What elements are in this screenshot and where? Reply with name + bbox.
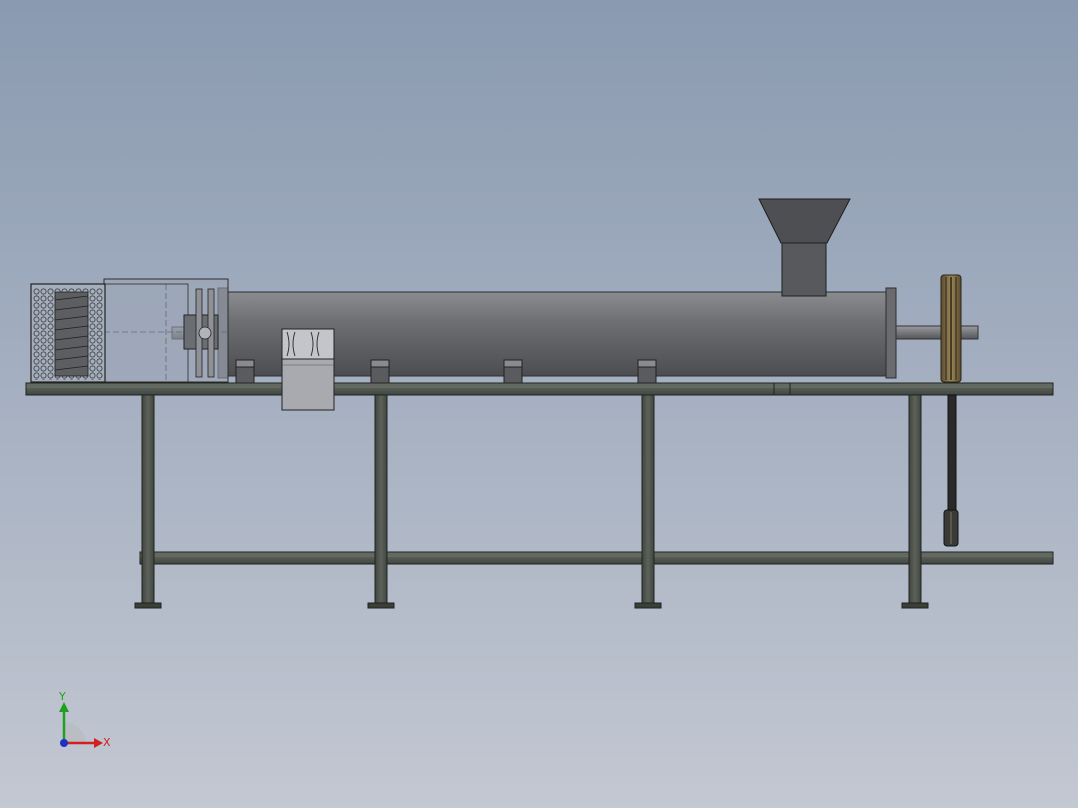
screw-shaft	[894, 325, 979, 340]
gear-box	[281, 328, 335, 411]
feed-hopper	[758, 198, 851, 297]
coordinate-triad: Y X	[58, 690, 111, 749]
frame-leg	[134, 394, 162, 609]
z-axis	[60, 739, 68, 747]
frame	[25, 382, 1054, 609]
frame-top-rail	[25, 382, 1054, 396]
frame-leg	[634, 394, 662, 609]
drive-belt	[943, 394, 959, 547]
y-axis-label: Y	[58, 690, 66, 703]
frame-leg	[901, 394, 929, 609]
graphics-viewport[interactable]: Y X	[0, 0, 1078, 808]
frame-leg	[367, 394, 395, 609]
drive-pulley	[940, 274, 962, 383]
cutter-box	[30, 283, 106, 383]
x-axis-label: X	[103, 736, 111, 749]
model-view[interactable]: Y X	[0, 0, 1078, 808]
